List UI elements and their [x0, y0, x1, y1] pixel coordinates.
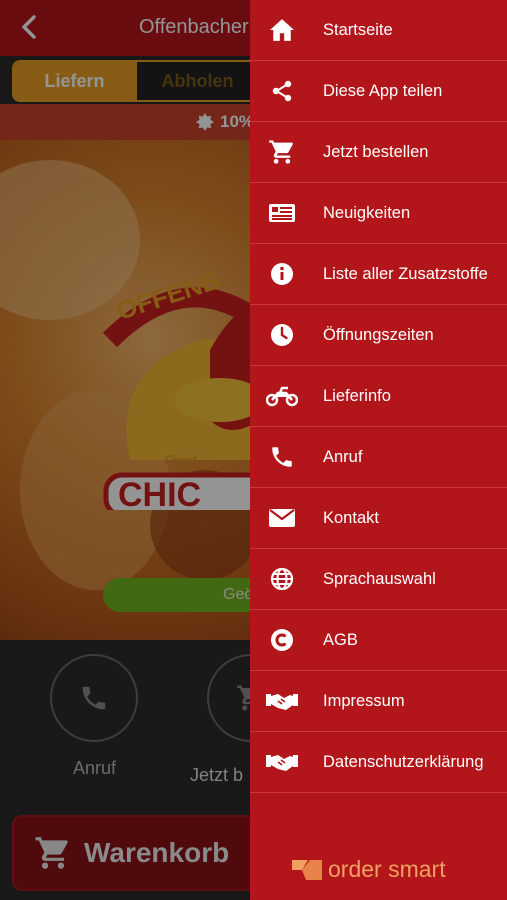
menu-item-order[interactable]: Jetzt bestellen [250, 122, 507, 183]
menu-item-label: Diese App teilen [323, 81, 443, 100]
cart-icon [252, 138, 312, 166]
order-smart-logo: order smart [290, 856, 446, 883]
phone-icon [252, 444, 312, 470]
copyright-icon [252, 628, 312, 652]
menu-item-label: Anruf [323, 447, 363, 466]
motorbike-icon [252, 385, 312, 407]
menu-item-label: AGB [323, 630, 358, 649]
share-icon [252, 79, 312, 103]
menu-item-label: Sprachauswahl [323, 569, 436, 588]
menu-item-label: Lieferinfo [323, 386, 391, 405]
menu-item-label: Startseite [323, 20, 393, 39]
menu-item-opening-hours[interactable]: Öffnungszeiten [250, 305, 507, 366]
menu-item-label: Impressum [323, 691, 405, 710]
info-icon [252, 262, 312, 286]
navigation-drawer: Startseite Diese App teilen Jetzt bestel… [250, 0, 507, 900]
menu-item-share[interactable]: Diese App teilen [250, 61, 507, 122]
menu-item-imprint[interactable]: Impressum [250, 671, 507, 732]
menu-item-language[interactable]: Sprachauswahl [250, 549, 507, 610]
menu-item-privacy[interactable]: Datenschutzerklärung [250, 732, 507, 793]
menu-item-label: Öffnungszeiten [323, 325, 434, 344]
menu-item-label: Neuigkeiten [323, 203, 411, 222]
handshake-icon [252, 751, 312, 773]
globe-icon [252, 567, 312, 591]
drawer-scrim[interactable] [0, 0, 250, 900]
menu-item-contact[interactable]: Kontakt [250, 488, 507, 549]
menu-item-additives[interactable]: Liste aller Zusatzstoffe [250, 244, 507, 305]
envelope-icon [252, 508, 312, 528]
handshake-icon [252, 690, 312, 712]
menu-item-label: Jetzt bestellen [323, 142, 429, 161]
menu-item-call[interactable]: Anruf [250, 427, 507, 488]
order-smart-logo-icon [292, 859, 322, 880]
news-icon [252, 202, 312, 224]
clock-icon [252, 323, 312, 347]
brand-name: order smart [328, 856, 446, 882]
menu-item-label: Datenschutzerklärung [323, 752, 484, 771]
menu-item-news[interactable]: Neuigkeiten [250, 183, 507, 244]
menu-item-terms[interactable]: AGB [250, 610, 507, 671]
menu-item-label: Kontakt [323, 508, 379, 527]
menu-item-startseite[interactable]: Startseite [250, 0, 507, 61]
menu-item-delivery-info[interactable]: Lieferinfo [250, 366, 507, 427]
home-icon [252, 18, 312, 42]
menu-item-label: Liste aller Zusatzstoffe [323, 264, 488, 283]
